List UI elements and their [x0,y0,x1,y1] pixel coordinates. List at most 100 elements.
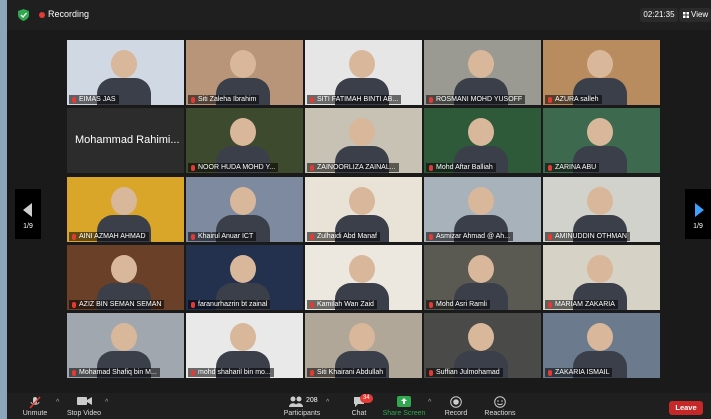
participant-tile[interactable]: ZAINOORLIZA ZAINAL... [305,108,422,173]
chat-unread-badge: 34 [360,394,373,403]
next-page-button[interactable]: 1/9 [685,189,711,239]
microphone-muted-icon [429,164,433,171]
participant-name: Zulhaidi Abd Manaf [317,233,377,240]
participant-name: Kamilah Wan Zaid [317,301,374,308]
participant-tile[interactable]: Siti Khairani Abdullah [305,313,422,378]
participant-tile[interactable]: AZURA salleh [543,40,660,105]
microphone-muted-icon [72,369,76,376]
participant-tile[interactable]: Asmizar Ahmad @ Ah... [424,177,541,242]
participant-name-label: Siti Zaleha Ibrahim [188,95,260,104]
participant-tile[interactable]: Zulhaidi Abd Manaf [305,177,422,242]
participant-tile[interactable]: Siti Zaleha Ibrahim [186,40,303,105]
participant-name: ZARINA ABU [555,164,597,171]
reactions-label: Reactions [484,410,516,417]
microphone-muted-icon [72,96,76,103]
chevron-left-icon [23,203,32,217]
participant-tile[interactable]: faranurhazrin bt zainal [186,245,303,310]
microphone-muted-icon [429,369,433,376]
participant-name: Mohd Asri Ramli [436,301,487,308]
microphone-muted-icon [72,301,76,308]
participant-tile[interactable]: ROSMANI MOHD YUSOFF [424,40,541,105]
participant-name: Asmizar Ahmad @ Ah... [436,233,511,240]
emoji-plus-icon [494,396,506,408]
stop-video-label: Stop Video [66,410,102,417]
participant-name-label: AZURA salleh [545,95,602,104]
participant-name-large: Mohammad Rahimi... [75,134,180,146]
microphone-muted-icon [548,301,552,308]
participant-name: Khairul Anuar ICT [198,233,254,240]
participant-tile[interactable]: AINI AZMAH AHMAD [67,177,184,242]
participant-name-label: Siti Khairani Abdullah [307,368,387,377]
microphone-muted-icon [548,233,552,240]
page-indicator-left: 1/9 [23,223,33,230]
participant-tile[interactable]: AMINUDDIN OTHMAN [543,177,660,242]
participant-name: Siti Zaleha Ibrahim [198,96,257,103]
participant-name: ROSMANI MOHD YUSOFF [436,96,523,103]
encryption-shield-icon[interactable] [18,9,29,21]
unmute-button[interactable]: Unmute [15,393,55,419]
participant-name: Suffian Julmohamad [436,369,500,376]
previous-page-button[interactable]: 1/9 [15,189,41,239]
chat-label: Chat [351,410,367,417]
share-screen-label: Share Screen [382,410,426,417]
participant-name-label: AZIZ BIN SEMAN SEMAN [69,300,165,309]
participant-name-label: Mohd Aftar Balliah [426,163,496,172]
participant-name-label: Zulhaidi Abd Manaf [307,232,380,241]
share-screen-icon [397,396,411,407]
caret-up-icon: ^ [105,399,109,406]
leave-button[interactable]: Leave [669,401,703,415]
recording-label: Recording [48,9,90,19]
participant-name-label: EIMAS JAS [69,95,119,104]
participant-name: Mohamad Shafiq bin M... [79,369,157,376]
participant-tile[interactable]: ZARINA ABU [543,108,660,173]
participant-tile[interactable]: EIMAS JAS [67,40,184,105]
microphone-muted-icon [310,369,314,376]
microphone-muted-icon [429,233,433,240]
caret-up-icon: ^ [56,399,60,406]
top-bar: Recording 02:21:35 View [7,0,711,30]
participant-tile[interactable]: Mohamad Shafiq bin M... [67,313,184,378]
participant-name: AZURA salleh [555,96,599,103]
participant-name-label: Mohd Asri Ramli [426,300,490,309]
recording-dot-icon [39,12,45,18]
participant-name-label: NOOR HUDA MOHD Y... [188,163,279,172]
participants-label: Participants [283,410,321,417]
chat-button[interactable]: 34 Chat [345,393,373,419]
microphone-muted-icon [310,96,314,103]
participant-tile[interactable]: Mohd Aftar Balliah [424,108,541,173]
record-icon [450,396,462,408]
participant-name-label: faranurhazrin bt zainal [188,300,271,309]
participant-tile[interactable]: Kamilah Wan Zaid [305,245,422,310]
participant-tile[interactable]: Khairul Anuar ICT [186,177,303,242]
stop-video-button[interactable]: Stop Video [63,393,105,419]
participant-name-label: ZAKARIA ISMAIL [545,368,613,377]
participant-tile[interactable]: ZAKARIA ISMAIL [543,313,660,378]
participant-tile[interactable]: MARIAM ZAKARIA [543,245,660,310]
participant-tile[interactable]: SITI FATIMAH BINTI AB... [305,40,422,105]
participant-name: Mohd Aftar Balliah [436,164,493,171]
share-screen-button[interactable]: Share Screen [381,393,427,419]
participant-name-label: Asmizar Ahmad @ Ah... [426,232,514,241]
participants-button[interactable]: 208 Participants [279,393,325,419]
participant-tile[interactable]: NOOR HUDA MOHD Y... [186,108,303,173]
microphone-muted-icon [548,369,552,376]
record-button[interactable]: Record [441,393,471,419]
microphone-muted-icon [310,233,314,240]
participant-tile[interactable]: Mohammad Rahimi... [67,108,184,173]
participants-icon [289,396,303,407]
participant-name: EIMAS JAS [79,96,116,103]
participant-name: MARIAM ZAKARIA [555,301,615,308]
participant-name: AMINUDDIN OTHMAN [555,233,627,240]
video-options-caret[interactable]: ^ [102,393,114,419]
participants-options-caret[interactable]: ^ [323,393,335,419]
participant-tile[interactable]: Mohd Asri Ramli [424,245,541,310]
participant-tile[interactable]: Suffian Julmohamad [424,313,541,378]
view-button[interactable]: View [679,8,711,22]
participant-tile[interactable]: mohd shaharil bin mo... [186,313,303,378]
reactions-button[interactable]: Reactions [483,393,517,419]
participant-name: AZIZ BIN SEMAN SEMAN [79,301,162,308]
participant-tile[interactable]: AZIZ BIN SEMAN SEMAN [67,245,184,310]
participant-name-label: Kamilah Wan Zaid [307,300,377,309]
share-options-caret[interactable]: ^ [425,393,437,419]
microphone-muted-icon [191,233,195,240]
